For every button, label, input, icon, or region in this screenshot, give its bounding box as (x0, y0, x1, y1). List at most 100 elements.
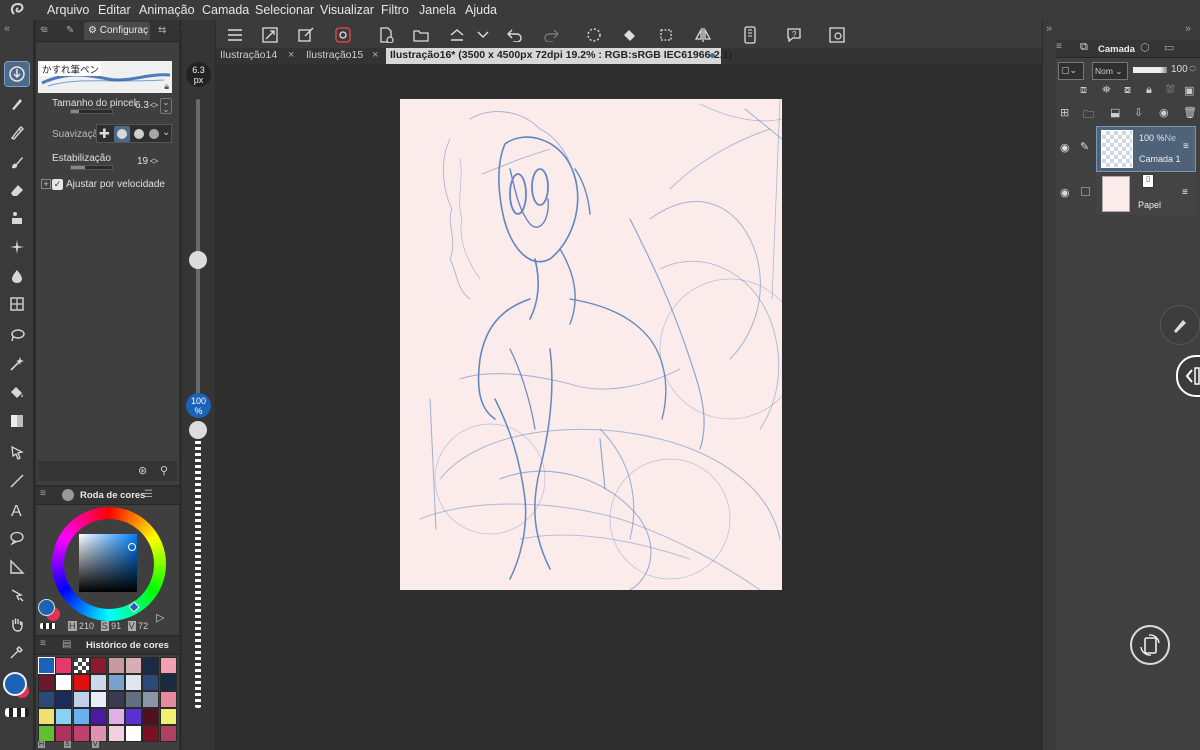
sparkle-tool-icon[interactable] (5, 235, 29, 259)
layer-row-camada1[interactable]: 100 %Ne Camada 1 ≡ (1096, 126, 1196, 172)
color-swatch-pair[interactable] (38, 599, 60, 621)
stabilization-value[interactable]: 19 (137, 156, 148, 167)
help-icon[interactable]: ? (783, 24, 805, 46)
layer-checkbox[interactable] (1081, 187, 1090, 196)
menu-selecionar[interactable]: Selecionar (255, 3, 314, 17)
eye-visibility-icon[interactable]: ◉ (1060, 186, 1070, 199)
stabilization-spinner[interactable]: ︿ ﹀ (149, 154, 159, 170)
smooth-option-soft[interactable] (134, 129, 144, 139)
collapse-left-icon[interactable]: « (4, 23, 10, 35)
merge-down-icon[interactable]: ⇩ (1134, 106, 1143, 119)
history-swatch[interactable] (55, 708, 73, 725)
clip-layer-icon[interactable]: ⧈ (1080, 84, 1087, 97)
stabilization-slider[interactable] (70, 165, 113, 170)
history-swatch[interactable] (159, 708, 177, 725)
hand-tool-icon[interactable] (5, 612, 29, 636)
history-swatch[interactable] (159, 657, 177, 674)
eyedropper-tool-icon[interactable] (5, 640, 29, 664)
history-swatch[interactable] (107, 725, 125, 742)
color-set-tab-icon[interactable]: ▤ (62, 639, 71, 650)
history-swatch[interactable] (159, 725, 177, 742)
history-swatch[interactable] (72, 657, 90, 674)
drawing-canvas[interactable] (400, 99, 782, 590)
history-swatch[interactable] (125, 725, 142, 742)
history-swatch[interactable] (125, 691, 142, 708)
brush-size-menu-icon[interactable]: ⌄ ⌄ (160, 98, 172, 114)
history-swatch[interactable] (142, 725, 160, 742)
history-swatch[interactable] (90, 725, 108, 742)
menu-janela[interactable]: Janela (419, 3, 456, 17)
brush-size-slider[interactable] (70, 109, 113, 114)
smooth-option-selected[interactable] (114, 126, 130, 142)
brush-size-slider-track[interactable] (196, 99, 200, 395)
brush-size-spinner[interactable]: ︿ ﹀ (149, 98, 159, 114)
history-swatch[interactable] (55, 725, 73, 742)
sub-tool-detail-icon[interactable]: ⊛ (138, 464, 147, 477)
layer-opacity-value[interactable]: 100 (1171, 64, 1188, 75)
blend-mode-dropdown[interactable]: Nom ⌄ (1092, 62, 1128, 80)
expand-subtool-icon[interactable]: ‹ (162, 23, 166, 35)
history-swatch[interactable] (125, 674, 142, 691)
blend-tool-icon[interactable] (5, 264, 29, 288)
smartphone-icon[interactable] (739, 24, 761, 46)
opacity-slider-track[interactable] (195, 438, 201, 708)
history-swatch[interactable] (72, 725, 90, 742)
history-swatch[interactable] (107, 657, 125, 674)
transform-icon[interactable] (295, 24, 317, 46)
line-tool-icon[interactable] (5, 469, 29, 493)
menu-arquivo[interactable]: Arquivo (47, 3, 89, 17)
eye-visibility-icon[interactable]: ◉ (1060, 141, 1070, 154)
expand-plus-icon[interactable]: + (41, 179, 51, 189)
color-mode-toggle-icon[interactable]: ▷ (156, 611, 164, 624)
fill-tool-icon[interactable] (5, 380, 29, 404)
color-mode-dropdown[interactable]: ▢⌄ (1058, 62, 1084, 80)
clip-studio-icon[interactable] (332, 24, 354, 46)
new-folder-icon[interactable]: 🗀︎ (1083, 106, 1094, 125)
transfer-down-icon[interactable]: ⬓ (1110, 106, 1120, 119)
pen-tab-icon[interactable]: ✎ (62, 22, 78, 40)
lasso-tool-icon[interactable] (5, 323, 29, 347)
history-swatch[interactable] (55, 691, 73, 708)
history-swatch[interactable] (55, 657, 73, 674)
redo-icon[interactable] (540, 24, 562, 46)
expand-right-icon[interactable]: » (1046, 23, 1052, 35)
object-tool-icon[interactable] (5, 440, 29, 464)
ruler-tool-icon[interactable] (5, 555, 29, 579)
menu-animacao[interactable]: Animação (139, 3, 195, 17)
history-swatch[interactable] (72, 674, 90, 691)
smooth-cross-icon[interactable]: ✚ (99, 127, 113, 141)
history-swatch[interactable] (72, 708, 90, 725)
fill-icon[interactable] (619, 24, 641, 46)
save-icon[interactable] (446, 24, 468, 46)
collapse-right-icon[interactable]: » (1185, 23, 1191, 35)
tab-configuracao[interactable]: ⚙ Configuraç (84, 22, 150, 40)
new-raster-layer-icon[interactable]: ⊞ (1060, 106, 1069, 119)
history-swatch[interactable] (90, 674, 108, 691)
history-swatch[interactable] (142, 708, 160, 725)
eraser-tool-icon[interactable] (5, 178, 29, 202)
transparent-color-icon[interactable] (5, 708, 29, 717)
history-swatch[interactable] (90, 708, 108, 725)
tool-operation-icon[interactable] (4, 61, 30, 87)
history-swatch[interactable] (107, 674, 125, 691)
open-folder-icon[interactable] (410, 24, 432, 46)
hamburger-menu-icon[interactable] (224, 24, 246, 46)
mask-icon[interactable]: ▣ (1184, 84, 1194, 97)
history-swatch[interactable] (38, 725, 55, 742)
saturation-value-square[interactable] (79, 534, 137, 592)
navigator-tab-icon[interactable]: ▭ (1164, 41, 1174, 54)
tab-ilustracao16[interactable]: Ilustração16* (3500 x 4500px 72dpi 19.2%… (386, 48, 732, 64)
history-swatch[interactable] (125, 708, 142, 725)
main-color-indicator[interactable] (3, 672, 31, 700)
color-wheel-tab-icon[interactable] (62, 489, 74, 501)
history-swatch[interactable] (107, 708, 125, 725)
layer-row-papel[interactable]: ▯ Papel ≡ (1096, 173, 1196, 215)
crop-selection-icon[interactable] (655, 24, 677, 46)
magic-wand-icon[interactable] (5, 352, 29, 376)
history-swatch[interactable] (107, 691, 125, 708)
layer-menu-icon[interactable]: ≡ (1182, 187, 1188, 198)
history-swatch[interactable] (38, 708, 55, 725)
wrench-icon[interactable]: ⚲ (160, 464, 168, 477)
panel-menu-icon[interactable]: ≡ (40, 488, 46, 499)
history-swatch[interactable] (142, 691, 160, 708)
